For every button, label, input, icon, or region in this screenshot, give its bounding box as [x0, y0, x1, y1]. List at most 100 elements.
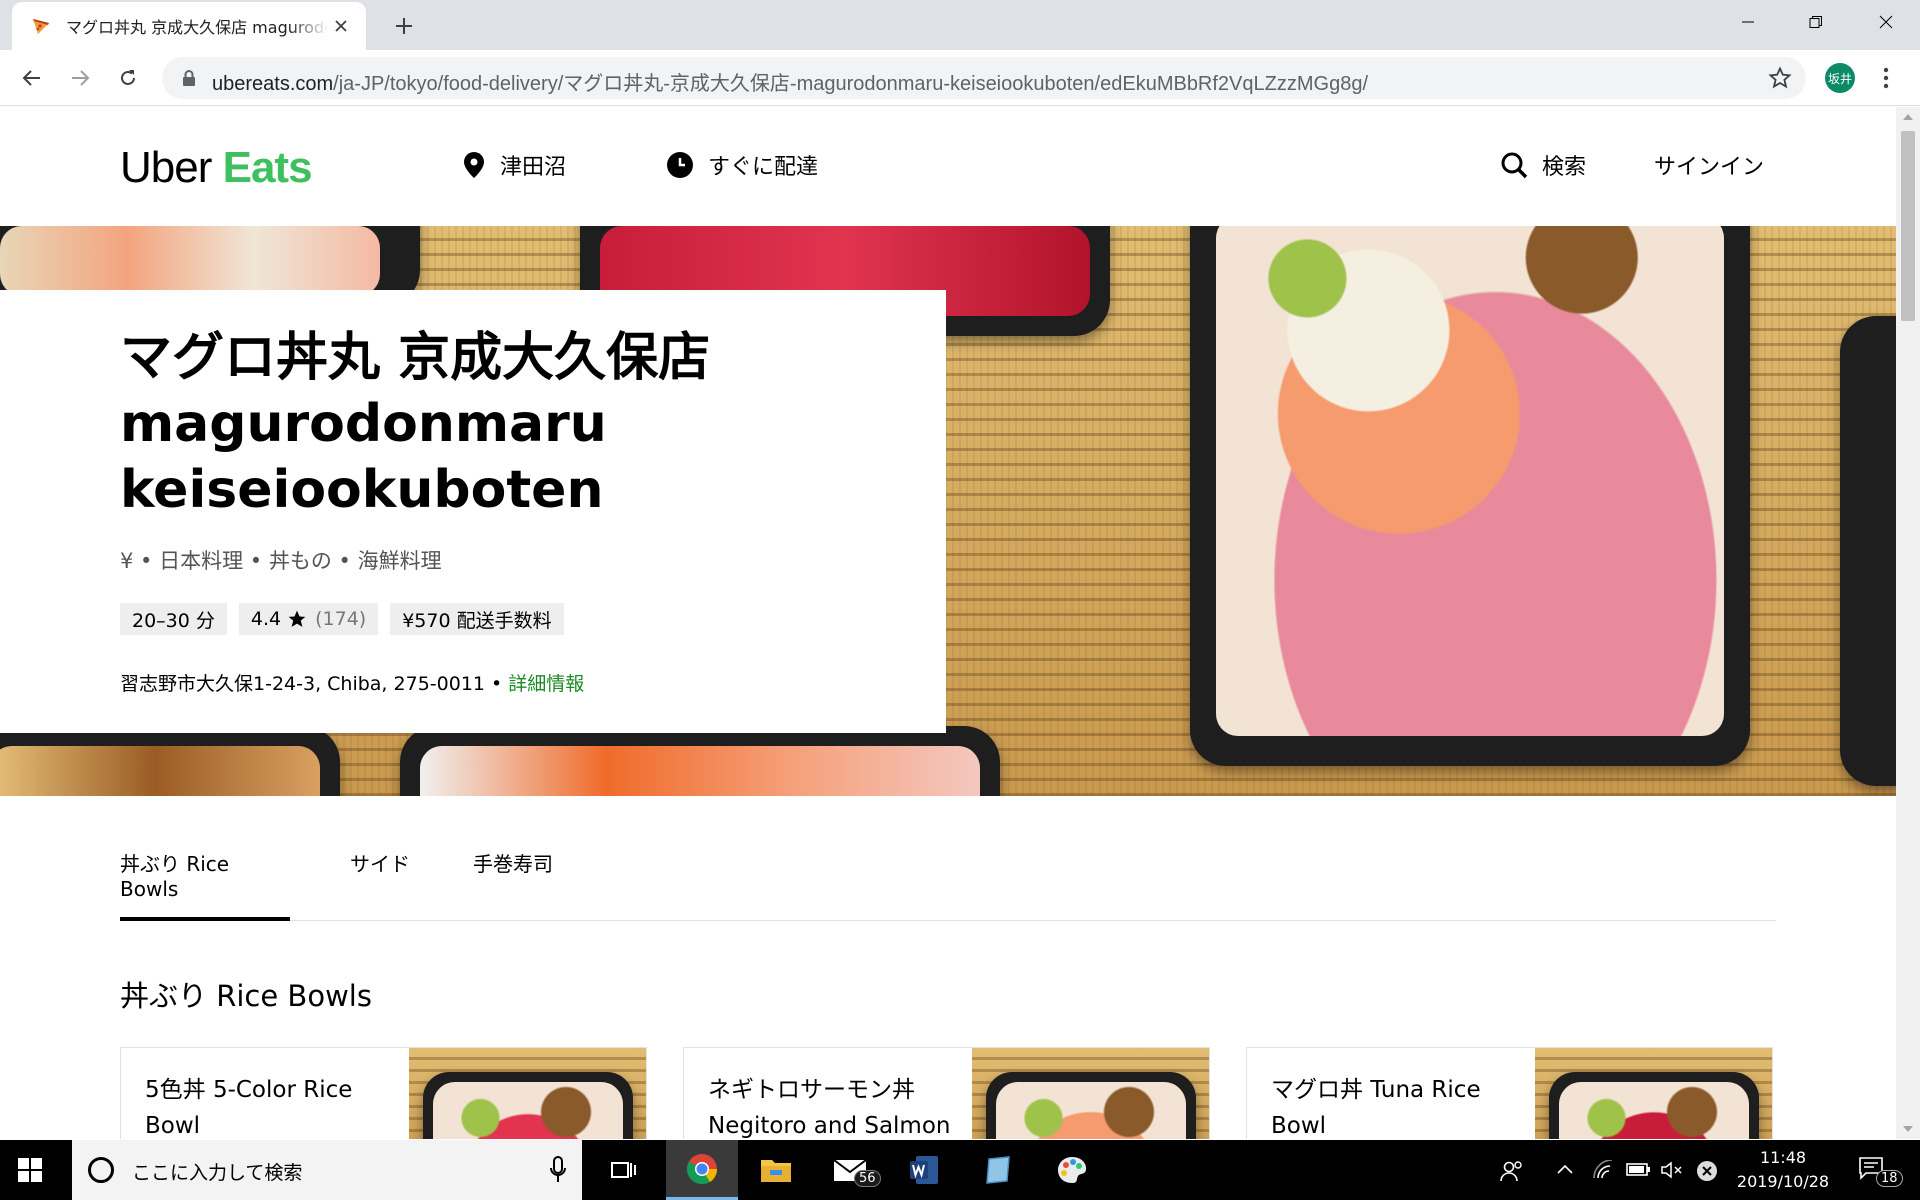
taskbar-search-box[interactable]: ここに入力して検索	[72, 1140, 582, 1200]
scroll-thumb[interactable]	[1901, 131, 1915, 321]
menu-item-card[interactable]: 5色丼 5-Color Rice Bowl	[120, 1047, 647, 1139]
menu-category-tabs: 丼ぶり Rice Bowls サイド 手巻寿司	[120, 796, 1776, 921]
rating-value: 4.4	[250, 608, 282, 630]
windows-start-icon[interactable]	[18, 1158, 42, 1186]
tab-hand-rolls[interactable]: 手巻寿司	[473, 848, 553, 877]
store-hero-image: マグロ丼丸 京成大久保店 magurodonmaru keiseiookubot…	[0, 226, 1896, 796]
scroll-down-icon[interactable]	[1903, 1126, 1913, 1132]
tray-overflow-icon[interactable]	[1556, 1160, 1574, 1179]
tab-title: マグロ丼丸 京成大久保店 magurodonmaru keiseiookubot…	[66, 18, 328, 37]
uber-eats-logo[interactable]: Uber Eats	[120, 143, 313, 193]
menu-item-name: 5色丼 5-Color Rice Bowl	[145, 1077, 353, 1139]
menu-item-card[interactable]: マグロ丼 Tuna Rice Bowl	[1246, 1047, 1773, 1139]
location-pin-icon	[464, 152, 484, 178]
address-text: 習志野市大久保1-24-3, Chiba, 275-0011 •	[120, 673, 509, 695]
search-icon	[1501, 152, 1528, 179]
windows-taskbar: ここに入力して検索 56 11:48 2019/10/28 18	[0, 1140, 1920, 1200]
menu-item-image	[409, 1048, 646, 1139]
more-info-link[interactable]: 詳細情報	[508, 673, 584, 695]
clock-time: 11:48	[1759, 1148, 1807, 1167]
browser-tab[interactable]: マグロ丼丸 京成大久保店 magurodonmaru keiseiookubot…	[12, 2, 366, 50]
search-label: 検索	[1542, 155, 1587, 180]
new-tab-icon[interactable]	[390, 12, 418, 40]
store-meta-pills: 20–30 分 4.4 (174) ¥570 配送手数料	[120, 603, 564, 635]
volume-muted-icon[interactable]	[1660, 1160, 1684, 1184]
location-selector[interactable]: 津田沼	[462, 149, 566, 181]
minimize-icon[interactable]	[1714, 0, 1782, 44]
rating-count: (174)	[315, 608, 367, 630]
rating-pill: 4.4 (174)	[238, 603, 379, 635]
browser-tabstrip: マグロ丼丸 京成大久保店 magurodonmaru keiseiookubot…	[0, 0, 1920, 50]
lock-icon	[183, 70, 195, 86]
tab-close-icon[interactable]	[330, 15, 352, 37]
store-title-romaji-1: magurodonmaru	[120, 394, 607, 454]
cortana-icon	[88, 1157, 114, 1183]
store-info-card: マグロ丼丸 京成大久保店 magurodonmaru keiseiookubot…	[0, 290, 946, 733]
forward-icon[interactable]	[64, 62, 96, 94]
file-explorer-icon[interactable]	[740, 1140, 812, 1200]
logo-uber: Uber	[120, 143, 212, 192]
tab-rice-bowls[interactable]: 丼ぶり Rice Bowls	[120, 848, 290, 921]
taskbar-clock[interactable]: 11:48 2019/10/28	[1728, 1146, 1838, 1194]
eta-pill: 20–30 分	[120, 603, 227, 635]
menu-item-name: ネギトロサーモン丼 Negitoro and Salmon	[708, 1077, 951, 1139]
food-bowl-image	[0, 726, 340, 796]
profile-avatar[interactable]: 坂井	[1825, 63, 1855, 93]
menu-item-image	[1535, 1048, 1772, 1139]
menu-item-card[interactable]: ネギトロサーモン丼 Negitoro and Salmon	[683, 1047, 1210, 1139]
store-address: 習志野市大久保1-24-3, Chiba, 275-0011 • 詳細情報	[120, 669, 584, 696]
signin-link[interactable]: サインイン	[1654, 149, 1764, 181]
mail-icon[interactable]: 56	[814, 1140, 886, 1200]
search-button[interactable]: 検索	[1500, 149, 1586, 181]
wifi-icon[interactable]	[1592, 1159, 1614, 1184]
reload-icon[interactable]	[112, 62, 144, 94]
menu-item-name: マグロ丼 Tuna Rice Bowl	[1271, 1077, 1481, 1139]
microphone-icon[interactable]	[550, 1156, 566, 1184]
food-bowl-image	[1190, 226, 1750, 766]
restore-icon[interactable]	[1782, 0, 1850, 44]
location-label: 津田沼	[500, 155, 567, 180]
food-bowl-image	[1840, 316, 1896, 786]
battery-icon[interactable]	[1626, 1160, 1652, 1182]
store-title: マグロ丼丸 京成大久保店 magurodonmaru keiseiookubot…	[120, 325, 920, 523]
star-icon	[288, 610, 306, 627]
url-text: ubereats.com/ja-JP/tokyo/food-delivery/マ…	[212, 67, 1368, 96]
task-view-icon[interactable]	[588, 1140, 660, 1200]
clock-icon	[667, 152, 693, 178]
window-close-icon[interactable]	[1852, 0, 1920, 44]
paint-icon[interactable]	[1036, 1140, 1108, 1200]
browser-menu-icon[interactable]	[1874, 62, 1898, 94]
mail-badge: 56	[854, 1170, 881, 1187]
tab-sides[interactable]: サイド	[350, 848, 410, 877]
store-cuisine: ¥ • 日本料理 • 丼もの • 海鮮料理	[120, 549, 442, 573]
notebook-app-icon[interactable]	[962, 1140, 1034, 1200]
logo-eats: Eats	[222, 143, 313, 192]
page-viewport: Uber Eats 津田沼 すぐに配達 検索 サインイン マグロ丼丸 京成大久保…	[0, 107, 1896, 1139]
taskbar-search-placeholder: ここに入力して検索	[132, 1162, 303, 1184]
delivery-time-selector[interactable]: すぐに配達	[666, 149, 818, 181]
food-bowl-image	[400, 726, 1000, 796]
status-x-icon[interactable]	[1696, 1160, 1718, 1186]
browser-toolbar: ubereats.com/ja-JP/tokyo/food-delivery/マ…	[0, 50, 1920, 106]
site-header: Uber Eats 津田沼 すぐに配達 検索 サインイン	[0, 107, 1896, 226]
store-title-jp: マグロ丼丸 京成大久保店	[120, 328, 711, 388]
menu-item-image	[972, 1048, 1209, 1139]
chrome-taskbar-icon[interactable]	[666, 1140, 738, 1200]
people-icon[interactable]	[1500, 1160, 1524, 1186]
url-host: ubereats.com	[212, 73, 334, 95]
notification-badge: 18	[1876, 1170, 1903, 1187]
scroll-up-icon[interactable]	[1903, 114, 1913, 120]
store-title-romaji-2: keiseiookuboten	[120, 460, 604, 520]
page-scrollbar[interactable]	[1896, 107, 1920, 1139]
url-path: /ja-JP/tokyo/food-delivery/マグロ丼丸-京成大久保店-…	[333, 73, 1369, 95]
clock-date: 2019/10/28	[1736, 1172, 1830, 1191]
bookmark-star-icon[interactable]	[1768, 66, 1792, 90]
word-icon[interactable]	[888, 1140, 960, 1200]
signin-label: サインイン	[1654, 155, 1765, 180]
address-bar[interactable]: ubereats.com/ja-JP/tokyo/food-delivery/マ…	[162, 57, 1806, 99]
back-icon[interactable]	[16, 62, 48, 94]
delivery-time-label: すぐに配達	[708, 155, 819, 180]
section-title: 丼ぶり Rice Bowls	[120, 979, 372, 1013]
delivery-fee-pill: ¥570 配送手数料	[390, 603, 564, 635]
pizza-favicon-icon	[30, 15, 52, 37]
